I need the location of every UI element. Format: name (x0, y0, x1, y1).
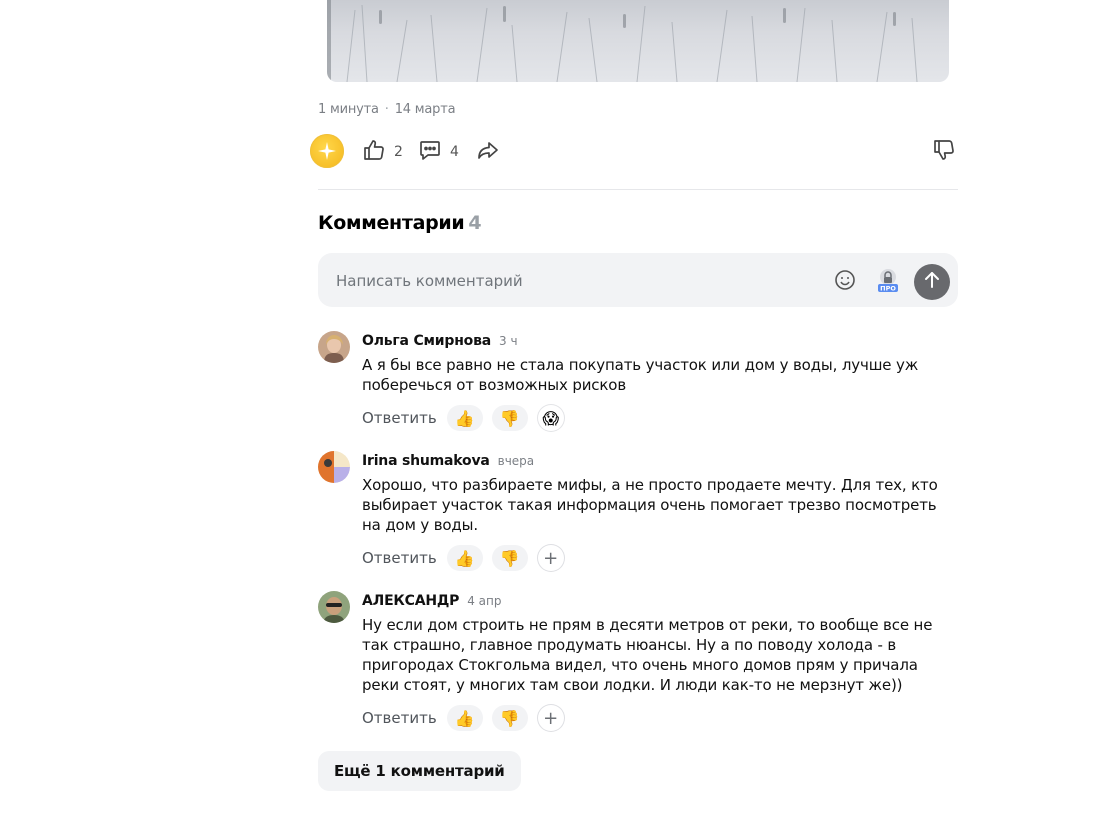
comment-input[interactable] (334, 253, 808, 309)
pro-lock-icon[interactable]: ПРО (875, 267, 901, 293)
comment-author[interactable]: Ольга Смирнова (362, 333, 491, 349)
comment-author[interactable]: Irina shumakova (362, 453, 490, 469)
reply-button[interactable]: Ответить (362, 549, 437, 567)
comment-text: Ну если дом строить не прям в десяти мет… (362, 616, 933, 694)
thumbs-up-icon (362, 138, 386, 166)
like-count: 2 (394, 144, 403, 160)
comment-footer: Ответить 👍 👎 + (362, 544, 565, 572)
more-comments-button[interactable]: Ещё 1 комментарий (318, 751, 521, 791)
comment-time: 4 апр (467, 594, 502, 608)
reaction-thumbs-up[interactable]: 👍 (446, 405, 483, 431)
avatar[interactable] (318, 591, 350, 623)
reaction-scream[interactable]: 😱 (536, 404, 565, 432)
emoji-icon[interactable] (833, 268, 857, 292)
comment-footer: Ответить 👍 👎 😱 (362, 404, 565, 432)
post-cover-image (327, 0, 949, 82)
comment-item: Ольга Смирнова 3 ч А я бы все равно не с… (318, 331, 958, 432)
comment-count: 4 (450, 144, 459, 160)
comment-item: Irina shumakova вчера Хорошо, что разбир… (318, 451, 958, 572)
comment-text: Хорошо, что разбираете мифы, а не просто… (362, 476, 938, 534)
send-button[interactable] (914, 264, 950, 300)
read-time: 1 минута (318, 102, 379, 117)
reply-button[interactable]: Ответить (362, 409, 437, 427)
avatar[interactable] (318, 331, 350, 363)
reaction-thumbs-down[interactable]: 👎 (491, 705, 528, 731)
section-divider (318, 189, 958, 190)
post-actions-bar: 2 4 (310, 134, 960, 170)
comment-footer: Ответить 👍 👎 + (362, 704, 565, 732)
comment-header: Irina shumakova вчера (362, 453, 534, 469)
post-date: 14 марта (394, 102, 456, 117)
star-icon (317, 141, 337, 161)
comments-count: 4 (468, 212, 482, 234)
comment-icon (418, 138, 442, 166)
comment-header: Ольга Смирнова 3 ч (362, 333, 518, 349)
reaction-thumbs-down[interactable]: 👎 (491, 545, 528, 571)
reply-button[interactable]: Ответить (362, 709, 437, 727)
star-button[interactable] (310, 134, 344, 168)
reaction-thumbs-up[interactable]: 👍 (446, 705, 483, 731)
reaction-thumbs-down[interactable]: 👎 (491, 405, 528, 431)
dislike-button[interactable] (932, 134, 956, 170)
comment-input-box: ПРО (318, 253, 958, 309)
share-button[interactable] (476, 134, 500, 170)
comment-text: А я бы все равно не стала покупать участ… (362, 356, 919, 394)
comments-title: Комментарии (318, 212, 465, 234)
comment-time: 3 ч (499, 334, 518, 348)
comment-item: АЛЕКСАНДР 4 апр Ну если дом строить не п… (318, 591, 958, 732)
comment-author[interactable]: АЛЕКСАНДР (362, 593, 459, 609)
like-button[interactable]: 2 (362, 134, 403, 170)
send-arrow-icon (922, 270, 942, 294)
share-icon (476, 138, 500, 166)
comments-button[interactable]: 4 (418, 134, 459, 170)
add-reaction-button[interactable]: + (536, 544, 565, 572)
comment-time: вчера (497, 454, 535, 468)
comments-heading: Комментарии 4 (318, 212, 482, 234)
meta-separator: · (384, 102, 389, 117)
comment-header: АЛЕКСАНДР 4 апр (362, 593, 502, 609)
post-meta: 1 минута · 14 марта (318, 102, 456, 117)
thumbs-down-icon (932, 138, 956, 166)
avatar[interactable] (318, 451, 350, 483)
svg-text:ПРО: ПРО (880, 285, 896, 293)
add-reaction-button[interactable]: + (536, 704, 565, 732)
reaction-thumbs-up[interactable]: 👍 (446, 545, 483, 571)
